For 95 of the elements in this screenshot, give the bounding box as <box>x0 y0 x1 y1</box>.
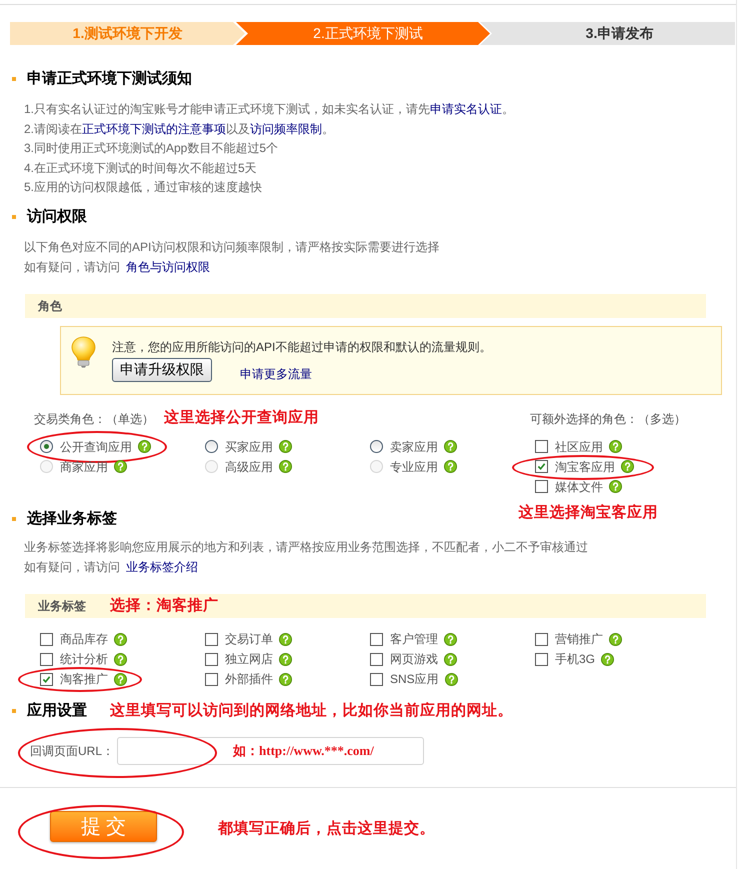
help-icon[interactable] <box>279 672 292 686</box>
section-heading: 访问权限 <box>27 206 87 226</box>
notice-line: 1.只有实名认证过的淘宝账号才能申请正式环境下测试，如未实名认证，请先申请实名认证。 <box>24 101 514 118</box>
upgrade-button[interactable]: 申请升级权限 <box>112 358 212 382</box>
checkbox[interactable] <box>370 632 383 646</box>
option-label[interactable]: 统计分析 <box>60 649 108 669</box>
field-label: 可额外选择的角色：（多选） <box>530 410 686 428</box>
square-bullet-icon <box>12 516 16 520</box>
checkbox[interactable] <box>40 652 53 666</box>
option-label[interactable]: 商品库存 <box>60 629 108 649</box>
checkbox[interactable] <box>40 632 53 646</box>
help-text: 如有疑问，请访问 业务标签介绍 <box>24 559 198 576</box>
text-link[interactable]: 业务标签介绍 <box>126 560 198 574</box>
help-icon[interactable] <box>601 652 614 666</box>
option-label[interactable]: 公开查询应用 <box>60 436 132 456</box>
progress-step: 3.申请发布 <box>480 22 735 45</box>
text-link[interactable]: 申请更多流量 <box>240 366 312 382</box>
section-heading: 选择业务标签 <box>27 508 117 528</box>
text-link[interactable]: 正式环境下测试的注意事项 <box>82 122 226 136</box>
checkbox[interactable] <box>40 672 53 686</box>
checkbox[interactable] <box>370 672 383 686</box>
help-icon[interactable] <box>444 652 457 666</box>
help-icon[interactable] <box>114 460 127 473</box>
option-label[interactable]: 社区应用 <box>555 436 603 456</box>
help-icon[interactable] <box>444 440 457 453</box>
radio-button[interactable] <box>40 440 53 453</box>
section-heading: 申请正式环境下测试须知 <box>27 69 192 89</box>
help-icon[interactable] <box>279 632 292 646</box>
option-label[interactable]: 淘宝客应用 <box>555 456 615 476</box>
help-icon[interactable] <box>444 672 458 686</box>
radio-button[interactable] <box>205 440 218 453</box>
help-text: 如有疑问，请访问 角色与访问权限 <box>24 258 210 276</box>
help-icon[interactable] <box>609 632 622 646</box>
notice-text: 注意，您的应用所能访问的API不能超过申请的权限和默认的流量规则。 <box>112 338 492 356</box>
progress-step: 1.测试环境下开发 <box>10 22 245 45</box>
progress-step: 2.正式环境下测试 <box>236 22 490 45</box>
annotation-text: 选择：淘客推广 <box>110 596 218 616</box>
help-icon[interactable] <box>114 632 127 646</box>
option-label[interactable]: 网页游戏 <box>390 649 438 669</box>
option-label[interactable]: 独立网店 <box>225 649 273 669</box>
help-icon[interactable] <box>609 480 622 493</box>
option-label[interactable]: 营销推广 <box>555 629 603 649</box>
help-icon[interactable] <box>114 652 127 666</box>
panel-title: 角色 <box>38 298 62 314</box>
option-label[interactable]: 交易订单 <box>225 629 273 649</box>
lightbulb-icon <box>70 336 97 368</box>
annotation-text: 这里选择淘宝客应用 <box>518 503 658 522</box>
notice-line: 2.请阅读在正式环境下测试的注意事项以及访问频率限制。 <box>24 120 334 138</box>
checkbox[interactable] <box>535 440 548 453</box>
checkbox[interactable] <box>535 632 548 646</box>
checkbox[interactable] <box>535 480 548 493</box>
panel-title: 业务标签 <box>38 598 86 615</box>
help-icon[interactable] <box>279 652 292 666</box>
checkbox[interactable] <box>535 460 548 473</box>
checkbox[interactable] <box>205 672 218 686</box>
url-input[interactable]: 如：http://www.***.com/ <box>117 737 424 765</box>
checkbox[interactable] <box>535 652 548 666</box>
checkbox[interactable] <box>370 652 383 666</box>
notice-line: 4.在正式环境下测试的时间每次不能超过5天 <box>24 160 257 176</box>
option-label[interactable]: 买家应用 <box>225 436 273 456</box>
text-link[interactable]: 访问频率限制 <box>250 122 322 136</box>
description-text: 以下角色对应不同的API访问权限和访问频率限制，请严格按实际需要进行选择 <box>24 238 440 256</box>
help-icon[interactable] <box>114 672 127 686</box>
description-text: 业务标签选择将影响您应用展示的地方和列表，请严格按应用业务范围选择，不匹配者，小二不予审核通过 <box>24 538 588 556</box>
field-label: 回调页面URL： <box>30 743 114 760</box>
section-heading: 应用设置 <box>27 701 87 721</box>
option-label[interactable]: 手机3G <box>555 649 596 669</box>
help-icon[interactable] <box>444 632 457 646</box>
square-bullet-icon <box>12 214 16 218</box>
help-icon[interactable] <box>138 440 151 453</box>
checkbox[interactable] <box>205 632 218 646</box>
checkbox[interactable] <box>205 652 218 666</box>
text-link[interactable]: 角色与访问权限 <box>126 260 210 274</box>
option-label[interactable]: 卖家应用 <box>390 436 438 456</box>
notice-line: 3.同时使用正式环境测试的App数目不能超过5个 <box>24 140 278 157</box>
help-icon[interactable] <box>279 440 292 453</box>
notice-line: 5.应用的访问权限越低，通过审核的速度越快 <box>24 179 262 196</box>
text-link[interactable]: 申请实名认证 <box>430 102 502 116</box>
option-label[interactable]: 外部插件 <box>225 669 273 689</box>
help-icon[interactable] <box>279 460 292 473</box>
square-bullet-icon <box>12 77 16 81</box>
annotation-text: 这里选择公开查询应用 <box>164 408 319 428</box>
option-label[interactable]: SNS应用 <box>390 669 439 689</box>
option-label[interactable]: 媒体文件 <box>555 476 603 496</box>
help-icon[interactable] <box>621 460 634 473</box>
field-label: 交易类角色：（单选） <box>34 410 154 428</box>
annotation-text: 如：http://www.***.com/ <box>233 742 374 760</box>
help-icon[interactable] <box>444 460 457 473</box>
help-icon[interactable] <box>609 440 622 453</box>
annotation-text: 这里填写可以访问到的网络地址，比如你当前应用的网址。 <box>110 701 513 721</box>
option-label[interactable]: 客户管理 <box>390 629 438 649</box>
square-bullet-icon <box>12 709 16 713</box>
radio-button[interactable] <box>370 440 383 453</box>
option-label[interactable]: 淘客推广 <box>60 669 108 689</box>
annotation-text: 都填写正确后，点击这里提交。 <box>218 819 435 839</box>
